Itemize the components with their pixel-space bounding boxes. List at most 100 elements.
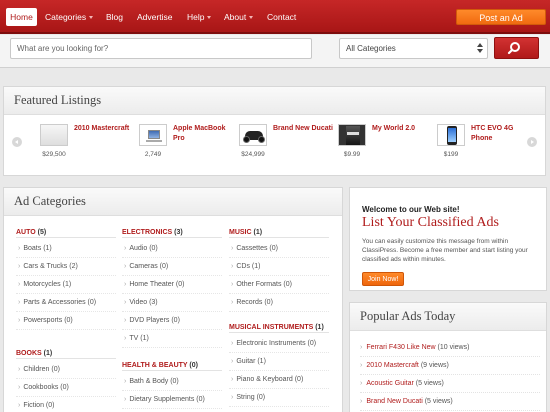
boat-thumbnail[interactable] <box>40 124 68 146</box>
nav-home[interactable]: Home <box>6 8 37 26</box>
category-heading[interactable]: MUSICAL INSTRUMENTS (1) <box>229 322 329 333</box>
category-heading[interactable]: HEALTH & BEAUTY (0) <box>122 360 222 371</box>
popular-ad-link[interactable]: 2010 Mastercraft <box>366 362 419 369</box>
subcategory-link[interactable]: String (0) <box>229 389 329 407</box>
featured-item[interactable]: My World 2.0 $9.99 <box>338 124 434 168</box>
subcategory-link[interactable]: Audio (0) <box>122 240 222 258</box>
subcategory-link[interactable]: Cookbooks (0) <box>16 379 116 397</box>
category-heading[interactable]: ELECTRONICS (3) <box>122 227 222 238</box>
search-input[interactable]: What are you looking for? <box>10 38 312 59</box>
popular-ad-views: (5 views) <box>415 380 444 387</box>
welcome-text: You can easily customize this message fr… <box>362 238 528 263</box>
category-select[interactable]: All Categories <box>339 38 488 59</box>
featured-item[interactable]: 2010 Mastercraft $29,500 <box>40 124 136 168</box>
popular-ad-views: (9 views) <box>420 362 449 369</box>
popular-title: Popular Ads Today <box>360 309 456 323</box>
nav-advertise[interactable]: Advertise <box>137 8 172 26</box>
subcategory-link[interactable]: Motorcycles (1) <box>16 276 116 294</box>
carousel-prev-icon[interactable] <box>12 137 22 147</box>
subcategory-link[interactable]: Bath & Body (0) <box>122 373 222 391</box>
featured-item-name[interactable]: Apple MacBook Pro <box>173 124 235 144</box>
featured-item[interactable]: HTC EVO 4G Phone $199 <box>437 124 533 168</box>
post-ad-button[interactable]: Post an Ad <box>456 9 546 25</box>
subcategory-link[interactable]: Powersports (0) <box>16 312 116 330</box>
chevron-down-icon <box>207 16 212 20</box>
subcategory-link[interactable]: Cameras (0) <box>122 258 222 276</box>
welcome-panel: Welcome to our Web site! List Your Class… <box>349 187 547 291</box>
list-item: 2010 Mastercraft (9 views) <box>360 357 540 375</box>
category-name[interactable]: MUSIC <box>229 229 252 236</box>
featured-listings-panel: Featured Listings 2010 Mastercraft $29,5… <box>3 86 546 176</box>
category-count: (3) <box>174 229 183 236</box>
subcategory-link[interactable]: Other Formats (0) <box>229 276 329 294</box>
subcategory-link[interactable]: Cassettes (0) <box>229 240 329 258</box>
category-count: (1) <box>315 324 324 331</box>
subcategory-link[interactable]: Video (3) <box>122 294 222 312</box>
popular-ad-link[interactable]: Brand New Ducati <box>366 398 422 405</box>
category-column: AUTO (5) Boats (1) Cars & Trucks (2) Mot… <box>16 227 116 412</box>
nav-about[interactable]: About <box>224 8 254 26</box>
category-heading[interactable]: BOOKS (1) <box>16 348 116 359</box>
welcome-title: List Your Classified Ads <box>362 215 499 230</box>
subcategory-link[interactable]: Children (0) <box>16 361 116 379</box>
nav-blog[interactable]: Blog <box>106 8 123 26</box>
select-arrows-icon <box>477 43 483 54</box>
nav-contact[interactable]: Contact <box>267 8 296 26</box>
subcategory-link[interactable]: Fiction (0) <box>16 397 116 412</box>
subcategory-link[interactable]: Parts & Accessories (0) <box>16 294 116 312</box>
list-item: Ferrari F430 Like New (10 views) <box>360 339 540 357</box>
category-name[interactable]: AUTO <box>16 229 36 236</box>
featured-item-name[interactable]: 2010 Mastercraft <box>74 124 136 134</box>
subcategory-link[interactable]: CDs (1) <box>229 258 329 276</box>
category-heading[interactable]: MUSIC (1) <box>229 227 329 238</box>
phone-thumbnail[interactable] <box>437 124 465 146</box>
categories-header: Ad Categories <box>4 188 342 216</box>
category-name[interactable]: HEALTH & BEAUTY <box>122 362 187 369</box>
category-name[interactable]: MUSICAL INSTRUMENTS <box>229 324 313 331</box>
chevron-down-icon <box>89 16 94 20</box>
search-button[interactable] <box>494 37 539 59</box>
subcategory-link[interactable]: DVD Players (0) <box>122 312 222 330</box>
popular-ad-views: (10 views) <box>437 344 470 351</box>
nav-help-label: Help <box>187 12 205 22</box>
subcategory-link[interactable]: Records (0) <box>229 294 329 312</box>
category-column: ELECTRONICS (3) Audio (0) Cameras (0) Ho… <box>122 227 222 409</box>
featured-item-name[interactable]: Brand New Ducati <box>273 124 335 134</box>
nav-help[interactable]: Help <box>187 8 212 26</box>
ad-categories-panel: Ad Categories AUTO (5) Boats (1) Cars & … <box>3 187 343 412</box>
featured-item-name[interactable]: HTC EVO 4G Phone <box>471 124 533 144</box>
search-bar: What are you looking for? All Categories <box>0 35 550 68</box>
subcategory-link[interactable]: Boats (1) <box>16 240 116 258</box>
category-heading[interactable]: AUTO (5) <box>16 227 116 238</box>
featured-item[interactable]: Apple MacBook Pro 2,749 <box>139 124 235 168</box>
popular-ad-link[interactable]: Acoustic Guitar <box>366 380 413 387</box>
featured-item-price: $29,500 <box>42 151 66 158</box>
featured-item-name[interactable]: My World 2.0 <box>372 124 434 134</box>
top-navigation-bar: Home Categories Blog Advertise Help Abou… <box>0 0 550 34</box>
subcategory-link[interactable]: Cars & Trucks (2) <box>16 258 116 276</box>
subcategory-link[interactable]: Piano & Keyboard (0) <box>229 371 329 389</box>
join-now-button[interactable]: Join Now! <box>362 272 404 286</box>
laptop-thumbnail[interactable] <box>139 124 167 146</box>
categories-title: Ad Categories <box>14 194 86 208</box>
list-item: Acoustic Guitar (5 views) <box>360 375 540 393</box>
category-name[interactable]: ELECTRONICS <box>122 229 172 236</box>
featured-item[interactable]: Brand New Ducati $24,999 <box>239 124 335 168</box>
subcategory-link[interactable]: Home Theater (0) <box>122 276 222 294</box>
category-select-value: All Categories <box>346 44 396 53</box>
subcategory-link[interactable]: Guitar (1) <box>229 353 329 371</box>
category-column: MUSIC (1) Cassettes (0) CDs (1) Other Fo… <box>229 227 329 407</box>
album-thumbnail[interactable] <box>338 124 366 146</box>
welcome-subtitle: Welcome to our Web site! <box>362 205 460 214</box>
subcategory-link[interactable]: Dietary Supplements (0) <box>122 391 222 409</box>
nav-about-label: About <box>224 12 247 22</box>
subcategory-link[interactable]: Electronic Instruments (0) <box>229 335 329 353</box>
nav-categories[interactable]: Categories <box>45 8 94 26</box>
category-name[interactable]: BOOKS <box>16 350 42 357</box>
category-count: (5) <box>37 229 47 236</box>
subcategory-link[interactable]: TV (1) <box>122 330 222 348</box>
popular-ad-link[interactable]: Ferrari F430 Like New <box>366 344 435 351</box>
featured-title: Featured Listings <box>14 93 102 107</box>
motorcycle-thumbnail[interactable] <box>239 124 267 146</box>
featured-header: Featured Listings <box>4 87 545 115</box>
